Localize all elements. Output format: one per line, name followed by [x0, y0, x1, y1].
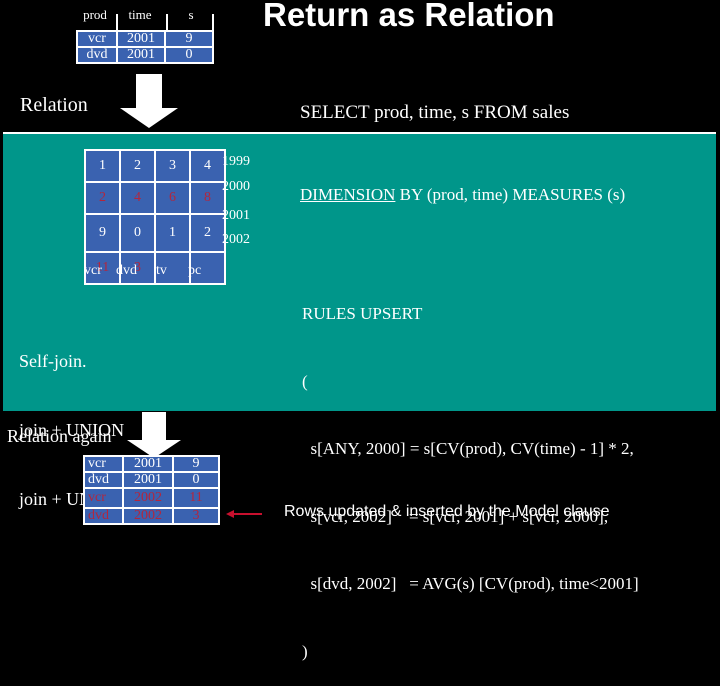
year-label: 2002 — [222, 232, 250, 247]
cell: 2001 — [116, 46, 166, 64]
cube-row: 9 0 1 2 — [84, 213, 226, 253]
model-clause-note: Rows updated & inserted by the Model cla… — [284, 503, 610, 520]
output-relation-table: vcr 2001 9 dvd 2001 0 vcr 2002 11 dvd 20… — [83, 455, 220, 525]
cell: 9 — [172, 455, 220, 473]
rules-line: s[ANY, 2000] = s[CV(prod), CV(time) - 1]… — [302, 439, 634, 458]
cube-cell: 8 — [189, 181, 226, 215]
rules-line: ( — [302, 371, 308, 391]
relation-again-label: Relation again — [7, 426, 112, 446]
cube-cell: 2 — [119, 149, 156, 183]
rules-line: RULES UPSERT — [302, 304, 423, 323]
cube-cell: 0 — [119, 213, 156, 253]
cell: 0 — [172, 471, 220, 489]
cube-cell: 4 — [189, 149, 226, 183]
column-header-time: time — [128, 7, 152, 22]
cell: 3 — [172, 507, 220, 525]
input-relation-table: vcr 2001 9 dvd 2001 0 — [76, 30, 214, 64]
slide-title: Return as Relation — [263, 0, 555, 33]
table-row: dvd 2001 0 — [83, 471, 220, 489]
down-arrow-icon — [120, 74, 178, 128]
year-label: 2000 — [222, 179, 250, 194]
rules-line: ) — [302, 641, 308, 661]
table-row: dvd 2002 3 — [83, 507, 220, 525]
cell: 9 — [164, 30, 214, 48]
cube-cell: 2 — [84, 181, 121, 215]
cell: dvd — [76, 46, 118, 64]
table-row: vcr 2001 9 — [76, 30, 214, 48]
table-row: vcr 2002 11 — [83, 487, 220, 509]
product-label: pc — [188, 263, 202, 278]
select-statement: SELECT prod, time, s FROM sales — [300, 102, 570, 123]
cube-cell: 9 — [84, 213, 121, 253]
down-arrow-icon — [127, 412, 181, 458]
cube-cell: 1 — [84, 149, 121, 183]
cube-grid: 1 2 3 4 2 4 6 8 9 0 1 2 11 3 — [84, 149, 226, 285]
cube-cell: 3 — [154, 149, 191, 183]
cube-row: 11 3 — [84, 251, 226, 285]
cell: dvd — [83, 471, 124, 489]
cell: 11 — [172, 487, 220, 509]
cell: 2002 — [122, 487, 174, 509]
table-row: vcr 2001 9 — [83, 455, 220, 473]
column-header-prod: prod — [83, 7, 107, 22]
input-relation-header: prod time s — [76, 4, 216, 32]
cube-cell: 4 — [119, 181, 156, 215]
cell: 0 — [164, 46, 214, 64]
rules-line: s[dvd, 2002] = AVG(s) [CV(prod), time<20… — [302, 574, 639, 593]
cell: dvd — [83, 507, 124, 525]
dimension-rest: BY (prod, time) MEASURES (s) — [395, 185, 626, 204]
relation-label: Relation — [20, 94, 88, 116]
table-row: dvd 2001 0 — [76, 46, 214, 64]
cell: vcr — [76, 30, 118, 48]
left-arrow-icon — [226, 510, 262, 518]
cell: 2001 — [116, 30, 166, 48]
sql-equivalent-line: Self-join. — [19, 351, 87, 371]
year-label: 2001 — [222, 208, 250, 223]
cube-cell: 1 — [154, 213, 191, 253]
cube-cell: 2 — [189, 213, 226, 253]
cell: 2001 — [122, 455, 174, 473]
cell: 2002 — [122, 507, 174, 525]
cell: vcr — [83, 455, 124, 473]
product-label: vcr — [84, 263, 102, 278]
column-header-s: s — [188, 7, 194, 22]
dimension-keyword: DIMENSION — [300, 185, 396, 204]
cell: 2001 — [122, 471, 174, 489]
cell: vcr — [83, 487, 124, 509]
cube-row: 1 2 3 4 — [84, 149, 226, 183]
dimension-clause: DIMENSION BY (prod, time) MEASURES (s) — [300, 185, 625, 205]
year-label: 1999 — [222, 154, 250, 169]
rules-block: RULES UPSERT ( s[ANY, 2000] = s[CV(prod)… — [302, 258, 639, 686]
product-label: dvd — [116, 263, 137, 278]
cube-cell: 6 — [154, 181, 191, 215]
cube-row: 2 4 6 8 — [84, 181, 226, 215]
product-label: tv — [156, 263, 167, 278]
